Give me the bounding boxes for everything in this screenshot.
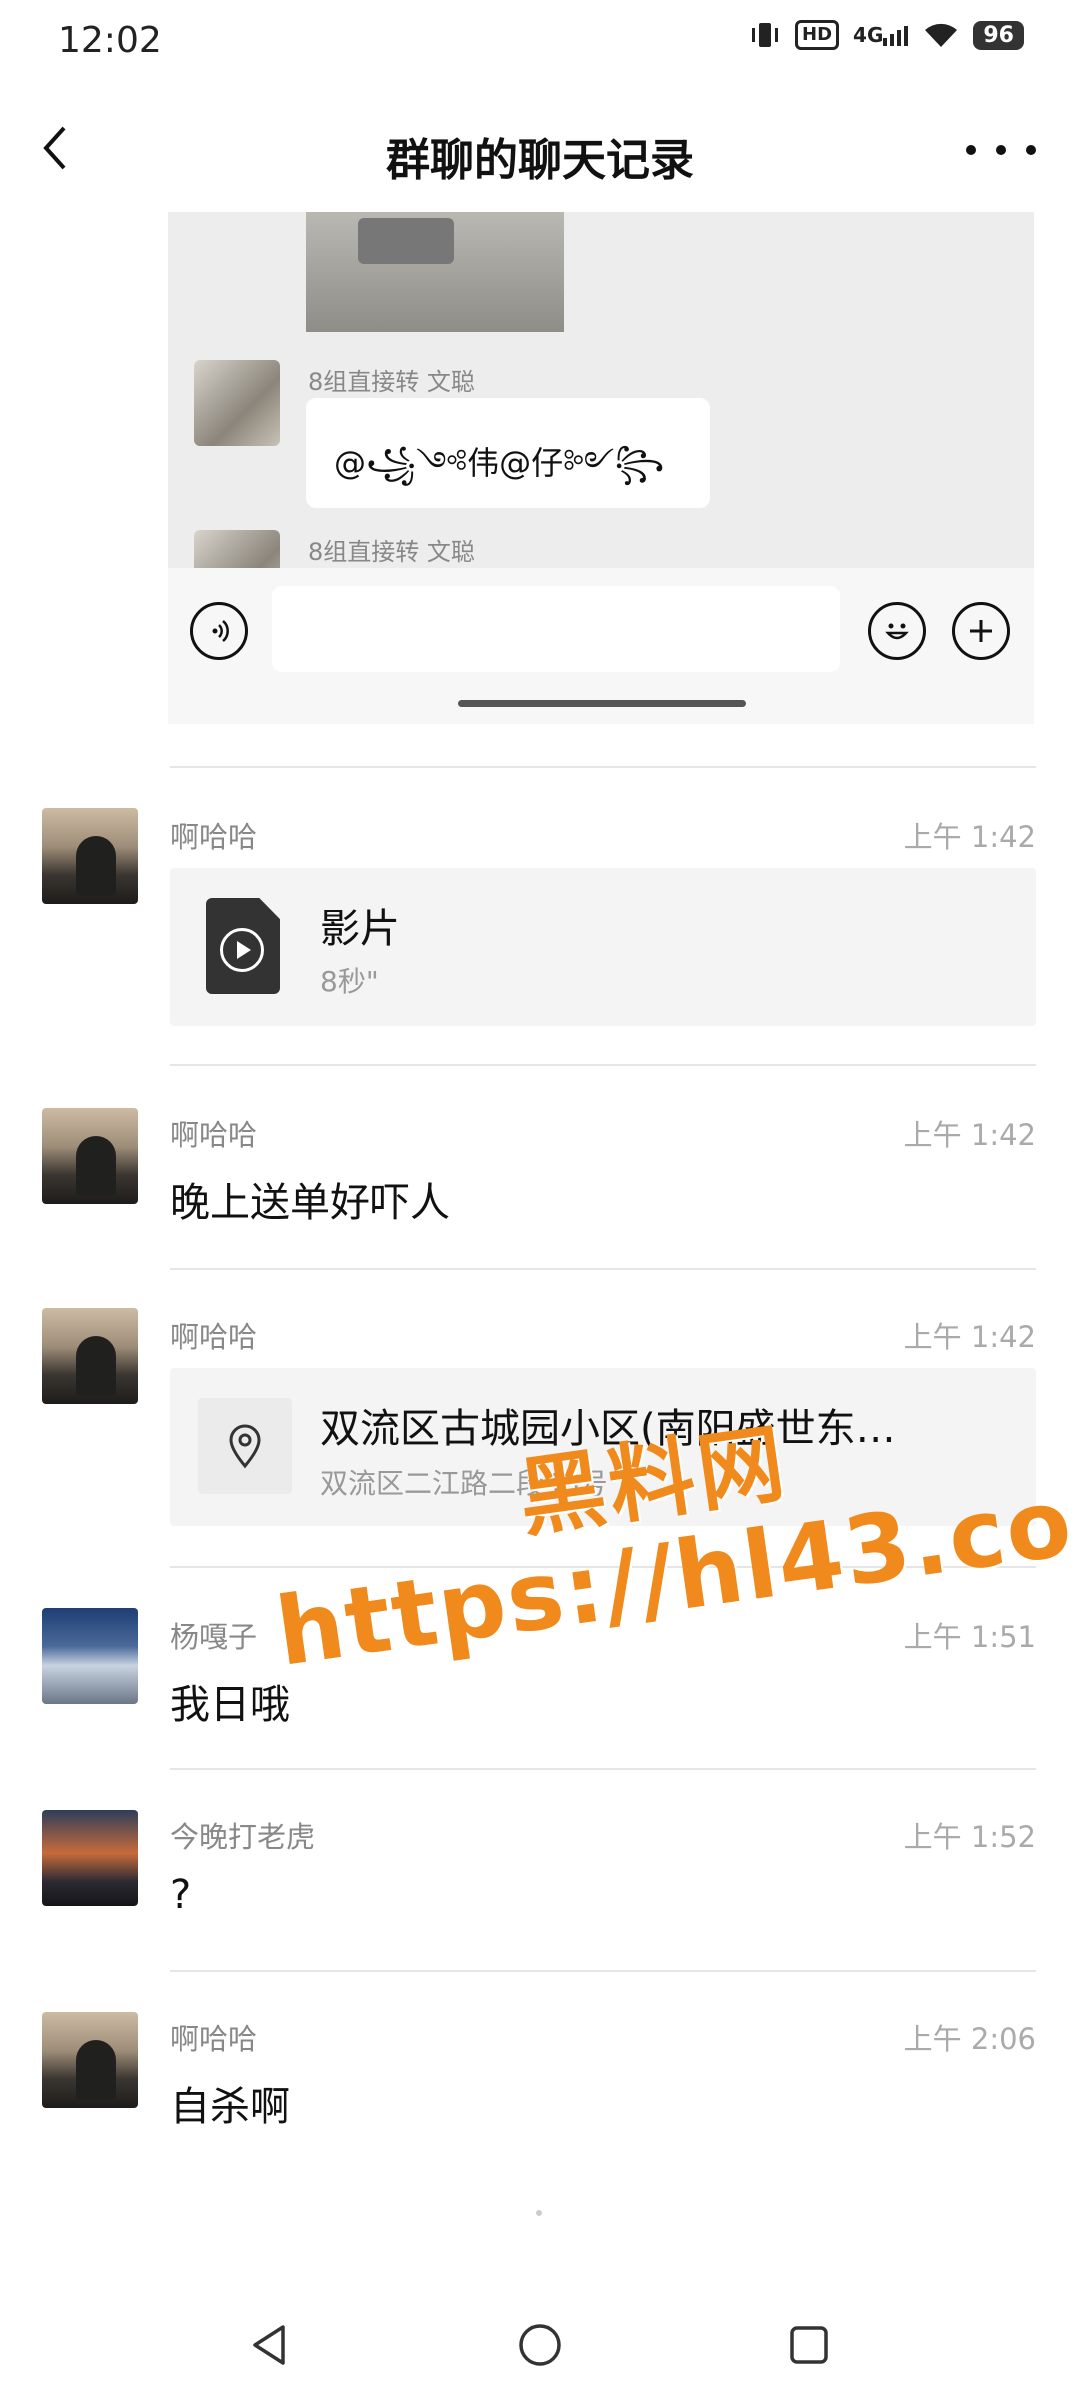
divider <box>170 1768 1036 1770</box>
sender-name: 啊哈哈 <box>170 2022 258 2056</box>
nav-home-button[interactable] <box>505 2310 575 2380</box>
nav-back-button[interactable] <box>234 2310 304 2380</box>
message-time: 上午 2:06 <box>903 2022 1036 2056</box>
embedded-input-bar <box>168 568 1034 724</box>
more-dot-icon <box>966 145 976 155</box>
title-bar: 群聊的聊天记录 <box>0 100 1080 200</box>
more-dot-icon <box>996 145 1006 155</box>
embedded-message-bubble: @꧁༺伟@仔༻꧂ <box>306 398 710 508</box>
message-time: 上午 1:42 <box>903 820 1036 854</box>
message-time: 上午 1:42 <box>903 1320 1036 1354</box>
message-text: 自杀啊 <box>170 2084 290 2130</box>
embedded-text-field <box>272 586 840 672</box>
plus-icon <box>952 602 1010 660</box>
status-time: 12:02 <box>58 20 162 61</box>
system-nav-bar <box>0 2290 1080 2408</box>
wifi-icon <box>923 21 959 49</box>
divider <box>170 766 1036 768</box>
vibrate-icon <box>749 21 781 49</box>
hd-badge: HD <box>795 20 840 50</box>
divider <box>170 1064 1036 1066</box>
embedded-sender-label: 8组直接转 文聪 <box>308 538 475 566</box>
emoji-icon <box>868 602 926 660</box>
embedded-sender-label: 8组直接转 文聪 <box>308 368 475 396</box>
signal-icon: 4G <box>853 24 909 46</box>
network-type: 4G <box>853 23 884 47</box>
divider <box>170 1970 1036 1972</box>
avatar <box>194 360 280 446</box>
message-text: 晚上送单好吓人 <box>170 1180 450 1226</box>
more-dot-icon <box>1026 145 1036 155</box>
scroll-indicator <box>536 2210 542 2216</box>
sender-name: 今晚打老虎 <box>170 1820 316 1854</box>
more-options-button[interactable] <box>966 120 1036 180</box>
avatar[interactable] <box>42 1608 138 1704</box>
battery-indicator: 96 <box>973 20 1024 50</box>
message-text: ? <box>170 1872 192 1918</box>
avatar[interactable] <box>42 808 138 904</box>
sender-name: 啊哈哈 <box>170 820 258 854</box>
message-time: 上午 1:51 <box>903 1620 1036 1654</box>
status-icons: HD 4G 96 <box>749 20 1024 50</box>
voice-icon <box>190 602 248 660</box>
video-file-card[interactable]: 影片 8秒" <box>170 868 1036 1026</box>
avatar[interactable] <box>42 2012 138 2108</box>
triangle-back-icon <box>253 2325 285 2365</box>
file-duration: 8秒" <box>320 965 379 998</box>
nav-recents-button[interactable] <box>774 2310 844 2380</box>
status-bar: 12:02 HD 4G 96 <box>0 0 1080 80</box>
message-time: 上午 1:52 <box>903 1820 1036 1854</box>
embedded-chat-preview[interactable]: 8组直接转 文聪 @꧁༺伟@仔༻꧂ 8组直接转 文聪 <box>168 212 1034 724</box>
divider <box>170 1268 1036 1270</box>
location-pin-icon <box>198 1398 292 1494</box>
file-name: 影片 <box>320 906 400 952</box>
avatar[interactable] <box>42 1810 138 1906</box>
sender-name: 啊哈哈 <box>170 1118 258 1152</box>
video-file-icon <box>206 898 280 994</box>
home-indicator <box>458 700 746 707</box>
sender-name: 杨嘎子 <box>170 1620 258 1654</box>
square-recents-icon <box>790 2326 828 2364</box>
page-title: 群聊的聊天记录 <box>386 135 694 186</box>
message-time: 上午 1:42 <box>903 1118 1036 1152</box>
image-thumbnail <box>306 212 564 332</box>
avatar[interactable] <box>42 1308 138 1404</box>
avatar[interactable] <box>42 1108 138 1204</box>
message-text: 我日哦 <box>170 1682 290 1728</box>
sender-name: 啊哈哈 <box>170 1320 258 1354</box>
circle-home-icon <box>519 2324 561 2366</box>
